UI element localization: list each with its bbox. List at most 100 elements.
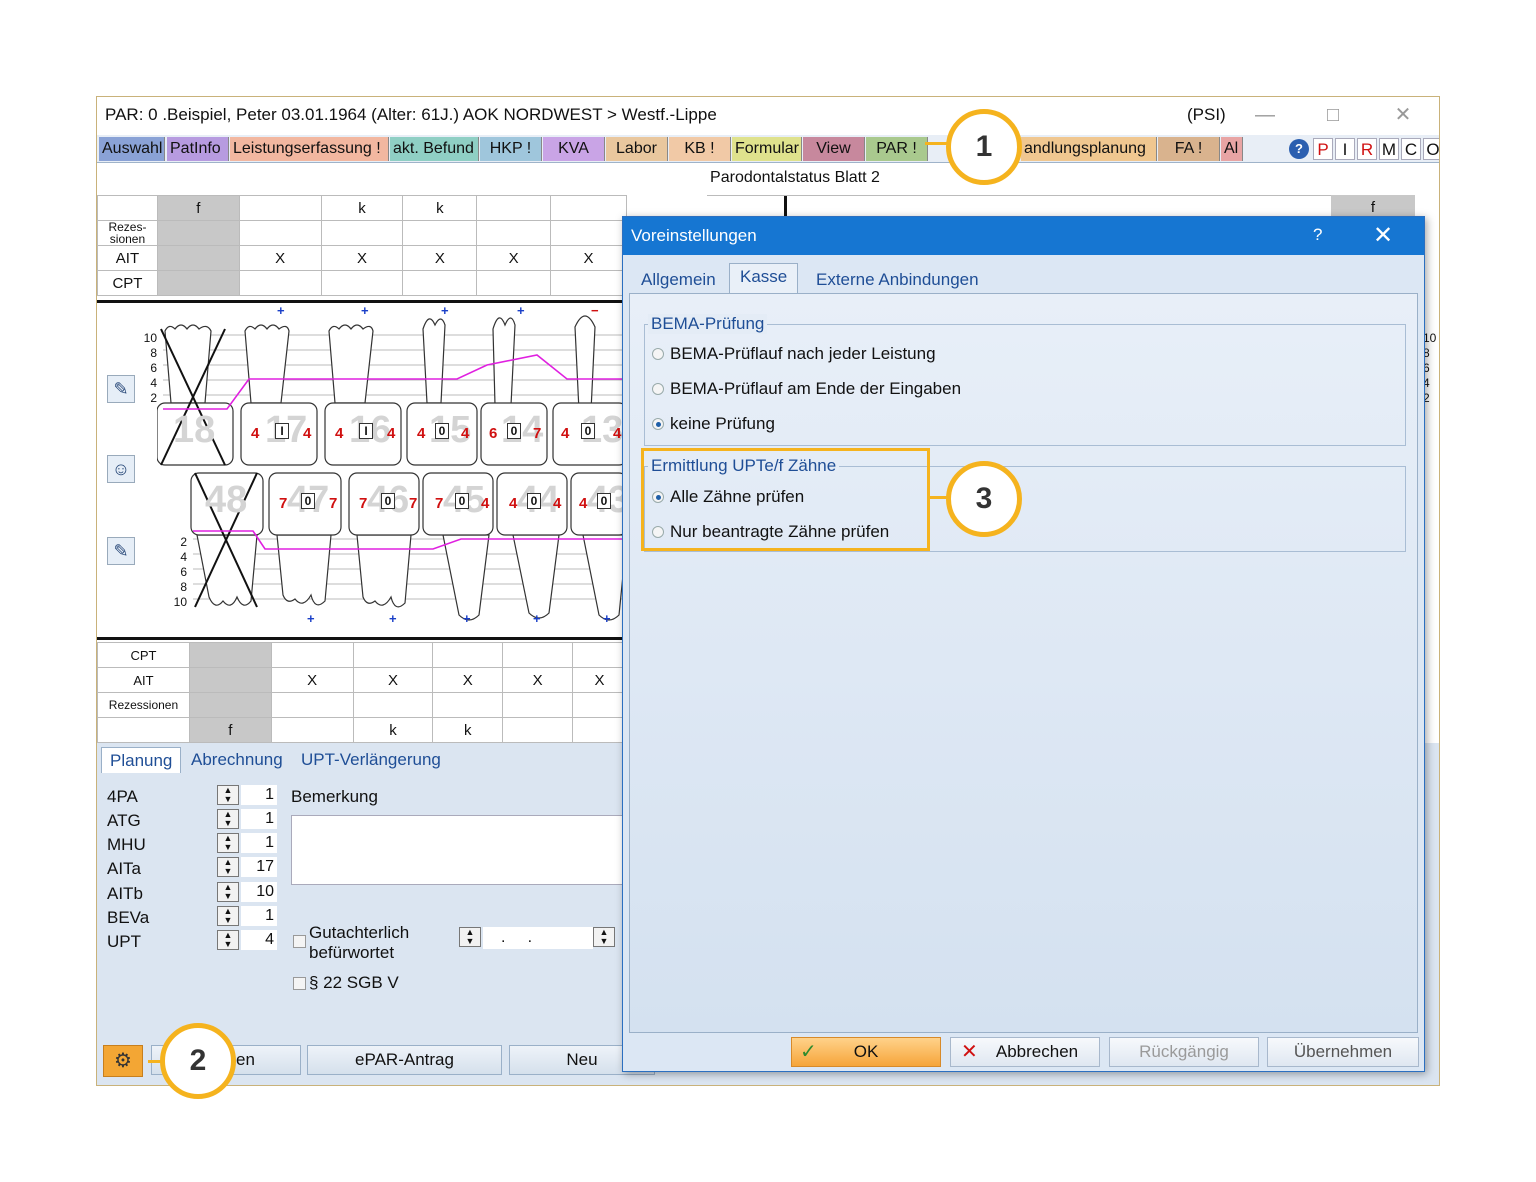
help-circle-icon[interactable]: ? [1289, 139, 1309, 159]
spinner-icon[interactable]: ▲ ▼ [593, 927, 615, 947]
sgb-checkbox[interactable] [293, 977, 306, 990]
rueckgaengig-button[interactable]: Rückgängig [1109, 1037, 1259, 1067]
gutachterlich-checkbox[interactable] [293, 935, 306, 948]
table-cell[interactable] [502, 642, 574, 668]
radio-bema-end[interactable]: BEMA-Prüflauf am Ende der Eingaben [652, 379, 961, 399]
tooth-center-box[interactable]: 0 [507, 423, 521, 439]
tab-labor[interactable]: Labor [606, 137, 668, 161]
radio-icon[interactable] [652, 347, 664, 360]
maximize-icon[interactable]: □ [1313, 101, 1353, 129]
param-value[interactable]: 1 [241, 833, 277, 853]
pocket-depth[interactable]: 4 [335, 425, 343, 442]
radio-bema-each[interactable]: BEMA-Prüflauf nach jeder Leistung [652, 344, 936, 364]
pocket-depth[interactable]: 4 [613, 425, 621, 442]
table-cell[interactable] [432, 642, 504, 668]
param-value[interactable]: 4 [241, 930, 277, 950]
pocket-depth[interactable]: 4 [417, 425, 425, 442]
table-cell[interactable]: X [320, 245, 404, 271]
table-cell[interactable]: X [238, 245, 322, 271]
table-cell[interactable]: X [402, 245, 478, 271]
pocket-depth[interactable]: 7 [409, 495, 417, 512]
toolbar-button-m[interactable]: M [1379, 138, 1399, 160]
tab-allgemein[interactable]: Allgemein [631, 267, 726, 295]
toolbar-button-c[interactable]: C [1401, 138, 1421, 160]
table-cell[interactable] [320, 270, 404, 296]
tab-externe-anbindungen[interactable]: Externe Anbindungen [806, 267, 989, 295]
toolbar-button-i[interactable]: I [1335, 138, 1355, 160]
param-value[interactable]: 17 [241, 857, 277, 877]
radio-icon[interactable] [652, 382, 664, 395]
gear-icon[interactable]: ⚙ [103, 1045, 143, 1077]
table-cell[interactable]: X [432, 667, 504, 693]
table-cell[interactable] [550, 220, 627, 246]
bemerkung-textarea[interactable] [291, 815, 631, 885]
table-cell[interactable] [270, 642, 354, 668]
tooth-center-box[interactable]: 0 [597, 493, 611, 509]
uebernehmen-button[interactable]: Übernehmen [1267, 1037, 1419, 1067]
table-cell[interactable]: X [352, 667, 434, 693]
table-cell[interactable] [320, 220, 404, 246]
table-cell[interactable]: X [572, 667, 627, 693]
toolbar-button-o[interactable]: O [1423, 138, 1439, 160]
tab-al[interactable]: Al [1221, 137, 1243, 161]
spinner-icon[interactable]: ▲ ▼ [459, 927, 481, 947]
tooth-center-box[interactable]: 0 [581, 423, 595, 439]
epar-antrag-button[interactable]: ePAR-Antrag [307, 1045, 502, 1075]
table-cell[interactable]: X [270, 667, 354, 693]
tooth-center-box[interactable]: 0 [527, 493, 541, 509]
tooth-center-box[interactable]: 0 [435, 423, 449, 439]
table-cell[interactable] [238, 220, 322, 246]
tab-kva[interactable]: KVA [543, 137, 605, 161]
table-cell[interactable]: X [550, 245, 627, 271]
param-value[interactable]: 1 [241, 809, 277, 829]
table-cell[interactable]: X [476, 245, 552, 271]
tooth-center-box[interactable]: 0 [455, 493, 469, 509]
table-cell[interactable] [432, 692, 504, 718]
tab-kb[interactable]: KB ! [669, 137, 731, 161]
tooth-center-box[interactable]: 0 [301, 493, 315, 509]
ok-button[interactable]: ✓ OK [791, 1037, 941, 1067]
table-cell[interactable]: X [502, 667, 574, 693]
people-icon[interactable]: ☺ [107, 455, 135, 483]
tab-patinfo[interactable]: PatInfo [167, 137, 229, 161]
pocket-depth[interactable]: 4 [579, 495, 587, 512]
pencil-icon[interactable]: ✎ [107, 375, 135, 403]
tab-par[interactable]: PAR ! [866, 137, 928, 161]
help-icon[interactable]: ? [1313, 225, 1322, 245]
pocket-depth[interactable]: 4 [461, 425, 469, 442]
spinner-icon[interactable]: ▲ ▼ [217, 882, 239, 902]
pocket-depth[interactable]: 4 [561, 425, 569, 442]
param-value[interactable]: 1 [241, 906, 277, 926]
close-icon[interactable]: ✕ [1383, 101, 1423, 129]
pocket-depth[interactable]: 4 [251, 425, 259, 442]
param-value[interactable]: 10 [241, 882, 277, 902]
table-cell[interactable] [238, 270, 322, 296]
pocket-depth[interactable]: 7 [435, 495, 443, 512]
tab-hkp[interactable]: HKP ! [480, 137, 542, 161]
tab-formular[interactable]: Formular [732, 137, 802, 161]
tab-akt-befund[interactable]: akt. Befund [390, 137, 479, 161]
tab-behandlungsplanung[interactable]: andlungsplanung [1021, 137, 1157, 161]
toolbar-button-r[interactable]: R [1357, 138, 1377, 160]
pocket-depth[interactable]: 7 [279, 495, 287, 512]
tab-view[interactable]: View [803, 137, 865, 161]
table-cell[interactable] [270, 692, 354, 718]
spinner-icon[interactable]: ▲ ▼ [217, 857, 239, 877]
pocket-depth[interactable]: 7 [359, 495, 367, 512]
spinner-icon[interactable]: ▲ ▼ [217, 906, 239, 926]
radio-keine-pruefung[interactable]: keine Prüfung [652, 414, 775, 434]
radio-icon[interactable] [652, 417, 664, 430]
pocket-depth[interactable]: 4 [387, 425, 395, 442]
table-cell[interactable] [352, 692, 434, 718]
spinner-icon[interactable]: ▲ ▼ [217, 809, 239, 829]
spinner-icon[interactable]: ▲ ▼ [217, 785, 239, 805]
table-cell[interactable] [572, 642, 627, 668]
spinner-icon[interactable]: ▲ ▼ [217, 930, 239, 950]
pocket-depth[interactable]: 6 [489, 425, 497, 442]
table-cell[interactable] [502, 692, 574, 718]
toolbar-button-p[interactable]: P [1313, 138, 1333, 160]
tab-fa[interactable]: FA ! [1158, 137, 1220, 161]
table-cell[interactable] [402, 220, 478, 246]
table-cell[interactable] [476, 270, 552, 296]
pocket-depth[interactable]: 7 [533, 425, 541, 442]
